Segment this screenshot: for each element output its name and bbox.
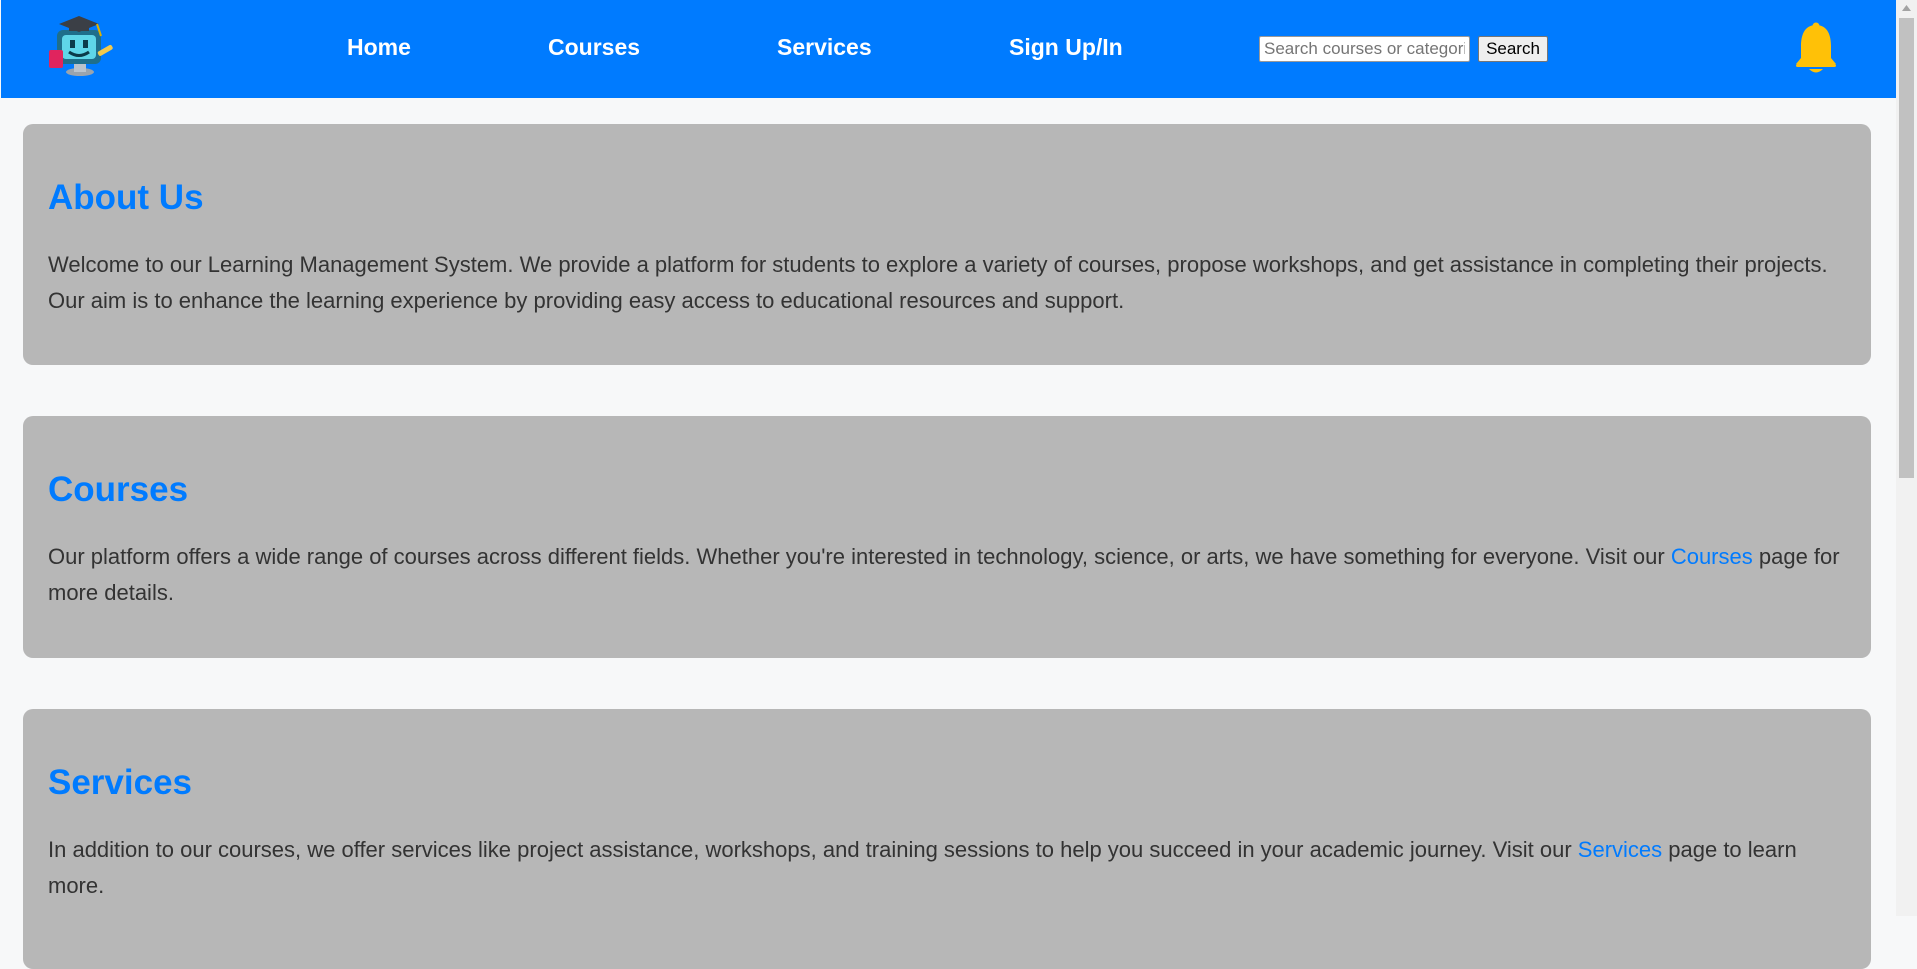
about-section: About Us Welcome to our Learning Managem… bbox=[23, 124, 1871, 365]
vertical-scrollbar[interactable] bbox=[1896, 0, 1917, 916]
services-title: Services bbox=[48, 763, 193, 802]
search-input[interactable] bbox=[1259, 36, 1470, 62]
about-text: Welcome to our Learning Management Syste… bbox=[48, 252, 1828, 313]
courses-section: Courses Our platform offers a wide range… bbox=[23, 416, 1871, 658]
courses-text: Our platform offers a wide range of cour… bbox=[48, 539, 1841, 611]
nav-signup-link[interactable]: Sign Up/In bbox=[1009, 34, 1123, 61]
nav-home-link[interactable]: Home bbox=[347, 34, 411, 61]
courses-title: Courses bbox=[48, 470, 189, 509]
scrollbar-thumb[interactable] bbox=[1899, 18, 1914, 478]
services-text-before: In addition to our courses, we offer ser… bbox=[48, 837, 1578, 862]
top-navbar: Home Courses Services Sign Up/In Search bbox=[1, 0, 1896, 98]
about-title: About Us bbox=[48, 178, 204, 217]
courses-page-link[interactable]: Courses bbox=[1671, 544, 1753, 569]
services-page-link[interactable]: Services bbox=[1578, 837, 1662, 862]
notification-bell-icon[interactable] bbox=[1794, 20, 1838, 74]
nav-services-link[interactable]: Services bbox=[777, 34, 872, 61]
services-text: In addition to our courses, we offer ser… bbox=[48, 832, 1841, 904]
scroll-up-arrow-icon[interactable] bbox=[1896, 0, 1917, 17]
services-section: Services In addition to our courses, we … bbox=[23, 709, 1871, 969]
logo-icon[interactable] bbox=[45, 14, 115, 78]
nav-courses-link[interactable]: Courses bbox=[548, 34, 640, 61]
courses-text-before: Our platform offers a wide range of cour… bbox=[48, 544, 1671, 569]
search-button[interactable]: Search bbox=[1478, 36, 1548, 62]
